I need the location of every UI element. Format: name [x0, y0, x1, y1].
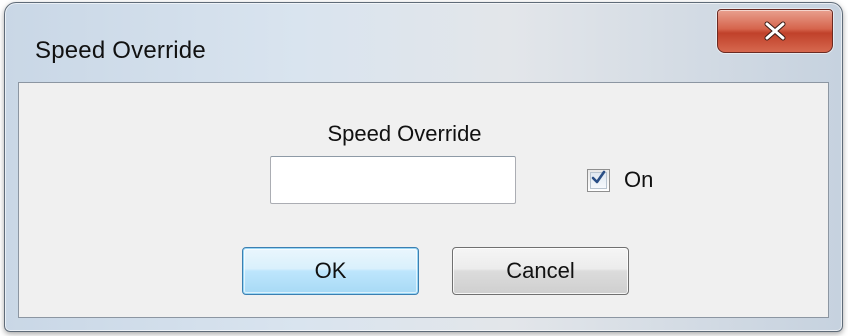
cancel-button[interactable]: Cancel	[452, 247, 629, 295]
on-checkbox-group[interactable]: On	[587, 167, 653, 193]
dialog-window: Speed Override Speed Override On OK Canc…	[4, 2, 843, 332]
ok-button[interactable]: OK	[242, 247, 419, 295]
cancel-button-label: Cancel	[506, 258, 575, 283]
on-checkbox[interactable]	[587, 168, 610, 192]
checkmark-icon	[591, 170, 606, 190]
close-button[interactable]	[717, 9, 833, 53]
title-bar[interactable]: Speed Override	[5, 3, 842, 83]
dialog-content: Speed Override On OK Cancel	[18, 82, 829, 318]
window-title: Speed Override	[35, 37, 206, 64]
on-checkbox-label: On	[624, 167, 654, 192]
ok-button-label: OK	[314, 258, 347, 283]
speed-override-input[interactable]	[270, 156, 516, 204]
speed-override-label: Speed Override	[327, 121, 482, 146]
checkbox-box	[590, 170, 607, 190]
close-icon	[763, 21, 787, 41]
